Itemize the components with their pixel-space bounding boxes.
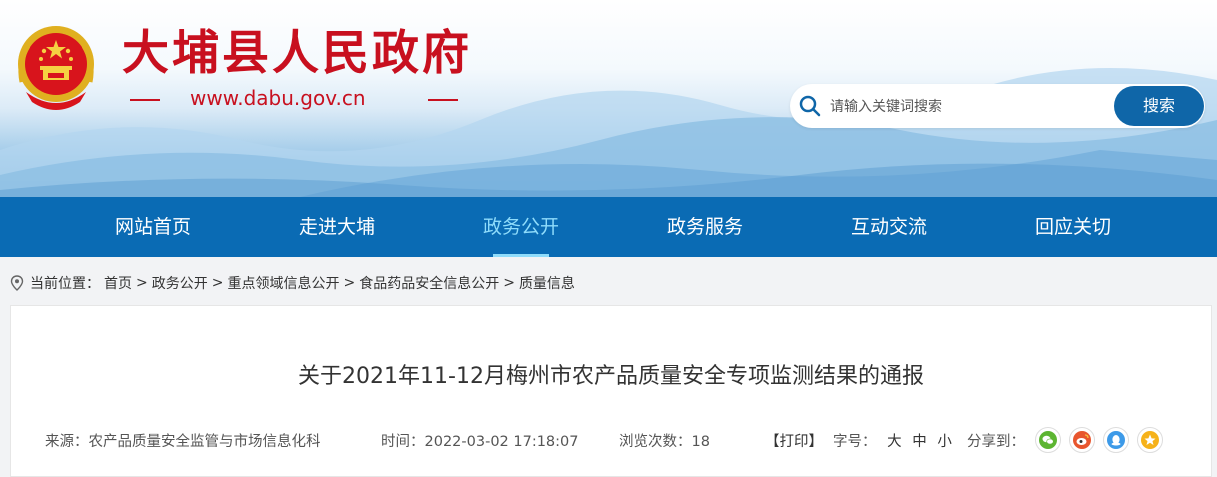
print-button[interactable]: 【打印】	[765, 430, 823, 451]
qq-icon[interactable]	[1103, 427, 1129, 453]
weibo-icon[interactable]	[1069, 427, 1095, 453]
breadcrumb-item-key-areas[interactable]: 重点领域信息公开	[227, 273, 339, 293]
font-size-control: 字号： 大 中 小	[833, 430, 952, 451]
breadcrumb-item-quality-info[interactable]: 质量信息	[519, 273, 575, 293]
breadcrumb-item-food-drug-safety[interactable]: 食品药品安全信息公开	[359, 273, 499, 293]
breadcrumb-prefix: 当前位置：	[30, 276, 100, 292]
nav-item-home[interactable]: 网站首页	[78, 197, 228, 257]
breadcrumb-item-gov-affairs[interactable]: 政务公开	[152, 273, 208, 293]
font-size-label: 字号：	[833, 434, 877, 450]
search-icon[interactable]	[798, 94, 822, 118]
wechat-icon[interactable]	[1035, 427, 1061, 453]
nav-item-gov-affairs-open[interactable]: 政务公开	[446, 197, 596, 257]
nav-item-about-dabu[interactable]: 走进大埔	[262, 197, 412, 257]
site-title[interactable]: 大埔县人民政府	[122, 14, 472, 83]
url-divider-left	[130, 99, 160, 101]
article-time: 时间：2022-03-02 17:18:07	[381, 434, 579, 450]
nav-item-response[interactable]: 回应关切	[998, 197, 1148, 257]
site-url[interactable]: www.dabu.gov.cn	[190, 86, 366, 110]
qzone-icon[interactable]	[1137, 427, 1163, 453]
breadcrumb-separator: >	[211, 275, 224, 291]
location-pin-icon	[10, 275, 24, 291]
article-source: 来源：农产品质量安全监管与市场信息化科	[45, 434, 321, 450]
search-button[interactable]: 搜索	[1114, 86, 1204, 126]
national-emblem-icon	[18, 26, 94, 110]
main-nav: 网站首页 走进大埔 政务公开 政务服务 互动交流 回应关切	[0, 197, 1217, 257]
breadcrumb-separator: >	[136, 275, 148, 291]
breadcrumb-item-home[interactable]: 首页	[104, 273, 132, 293]
breadcrumb-separator: >	[503, 275, 515, 291]
share-label: 分享到：	[967, 434, 1025, 450]
article-panel: 关于2021年11-12月梅州市农产品质量安全专项监测结果的通报 来源：农产品质…	[10, 305, 1212, 477]
font-size-medium[interactable]: 中	[912, 434, 927, 450]
search-box: 搜索	[790, 84, 1205, 128]
font-size-large[interactable]: 大	[887, 434, 902, 450]
url-divider-right	[428, 99, 458, 101]
search-input[interactable]	[828, 93, 1112, 121]
font-size-small[interactable]: 小	[937, 434, 952, 450]
nav-item-interaction[interactable]: 互动交流	[814, 197, 964, 257]
article-views: 浏览次数：18	[619, 434, 710, 450]
site-header: 大埔县人民政府 www.dabu.gov.cn 搜索	[0, 0, 1217, 197]
breadcrumb: 当前位置： 首页 > 政务公开 > 重点领域信息公开 > 食品药品安全信息公开 …	[10, 272, 579, 294]
nav-item-gov-services[interactable]: 政务服务	[630, 197, 780, 257]
article-title: 关于2021年11-12月梅州市农产品质量安全专项监测结果的通报	[298, 364, 924, 389]
breadcrumb-separator: >	[343, 275, 356, 291]
